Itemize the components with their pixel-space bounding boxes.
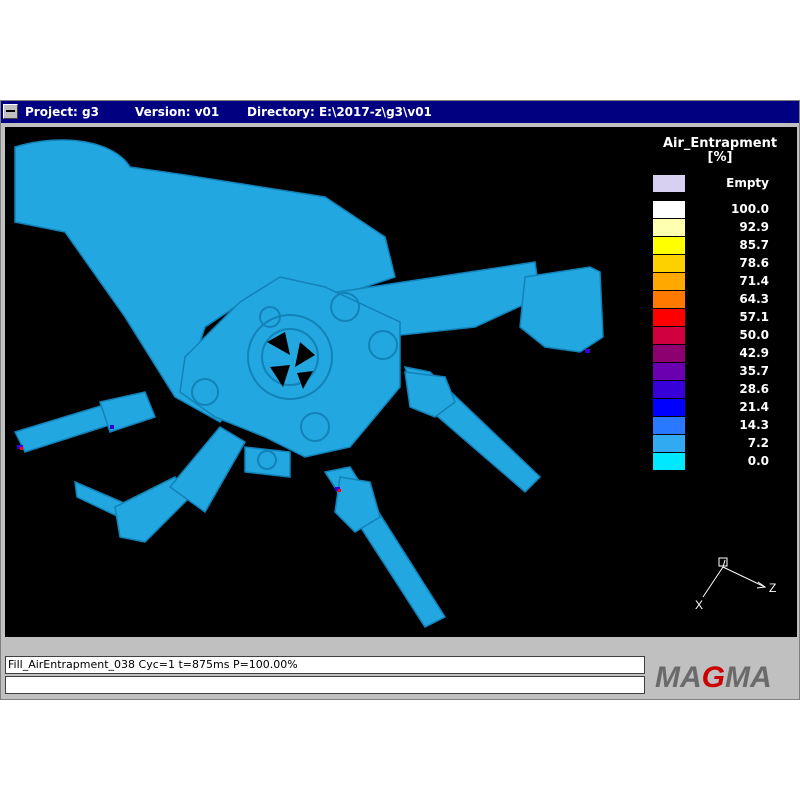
legend-row: 42.9: [653, 345, 793, 362]
legend-row: 100.0: [653, 201, 793, 218]
legend-label: 35.7: [739, 364, 769, 378]
status-line-1: Fill_AirEntrapment_038 Cyc=1 t=875ms P=1…: [5, 656, 645, 674]
legend-label: 50.0: [739, 328, 769, 342]
project-label: Project: g3: [25, 105, 99, 119]
directory-label: Directory: E:\2017-z\g3\v01: [247, 105, 432, 119]
legend-label: 14.3: [739, 418, 769, 432]
y-axis-marker: [718, 557, 728, 567]
legend-label: 42.9: [739, 346, 769, 360]
legend-swatch: [653, 309, 685, 326]
legend-row: 92.9: [653, 219, 793, 236]
app-window: Project: g3 Version: v01 Directory: E:\2…: [0, 100, 800, 700]
z-axis-label: Z: [769, 581, 776, 595]
legend-row: 28.6: [653, 381, 793, 398]
x-axis-line: [702, 566, 724, 598]
legend-row: 71.4: [653, 273, 793, 290]
air-spot: [110, 425, 114, 429]
branch-left-joint: [99, 391, 156, 433]
legend-swatch: [653, 399, 685, 416]
legend-swatch: [653, 201, 685, 218]
legend-swatch: [653, 237, 685, 254]
legend-row: 57.1: [653, 309, 793, 326]
legend-label: 78.6: [739, 256, 769, 270]
legend-title-name: Air_Entrapment: [662, 136, 778, 151]
legend-row: 50.0: [653, 327, 793, 344]
legend-swatch: [653, 345, 685, 362]
version-label: Version: v01: [135, 105, 220, 119]
legend-swatch: [653, 255, 685, 272]
legend-label: 100.0: [731, 202, 769, 216]
x-axis-label: X: [695, 598, 703, 612]
air-spot: [585, 349, 590, 353]
legend-swatch: [653, 363, 685, 380]
magma-logo: MAGMA: [655, 661, 772, 694]
system-menu-button[interactable]: [3, 104, 18, 119]
legend-title-unit: [%]: [707, 150, 733, 165]
status-bar: Fill_AirEntrapment_038 Cyc=1 t=875ms P=1…: [5, 656, 645, 696]
legend-label: 92.9: [739, 220, 769, 234]
simulation-viewport[interactable]: Air_Entrapment [%] Empty 100.0 92.9 85.7 78.…: [5, 127, 797, 637]
legend-row: 21.4: [653, 399, 793, 416]
legend-row: 64.3: [653, 291, 793, 308]
legend-row: 7.2: [653, 435, 793, 452]
legend-swatch: [653, 327, 685, 344]
legend-swatch: [653, 291, 685, 308]
legend-label: 28.6: [739, 382, 769, 396]
legend-title: Air_Entrapment [%]: [655, 137, 785, 165]
air-spot-high: [20, 447, 23, 450]
legend-swatch: [653, 453, 685, 470]
legend-swatch: [653, 435, 685, 452]
z-axis-line: [722, 566, 766, 588]
legend-label: 7.2: [747, 436, 769, 450]
axis-triad: Z X: [695, 557, 776, 612]
air-spot-high: [338, 489, 341, 492]
legend-row: 78.6: [653, 255, 793, 272]
legend-row: Empty: [653, 175, 793, 192]
legend-row: 14.3: [653, 417, 793, 434]
legend-row: 0.0: [653, 453, 793, 470]
legend-swatch: [653, 273, 685, 290]
legend-label: 85.7: [739, 238, 769, 252]
legend-swatch: [653, 175, 685, 192]
status-line-2: [5, 676, 645, 694]
legend-label: 64.3: [739, 292, 769, 306]
legend-label: 71.4: [739, 274, 769, 288]
legend-row: 35.7: [653, 363, 793, 380]
legend-row: 85.7: [653, 237, 793, 254]
legend-swatch: [653, 381, 685, 398]
legend-label: 0.0: [747, 454, 769, 468]
legend-swatch: [653, 417, 685, 434]
title-bar: Project: g3 Version: v01 Directory: E:\2…: [1, 101, 799, 123]
legend-label: 21.4: [739, 400, 769, 414]
legend-swatch: [653, 219, 685, 236]
logo-text: MAGMA: [655, 661, 772, 694]
legend-label: Empty: [726, 176, 769, 190]
legend-label: 57.1: [739, 310, 769, 324]
feeder-cup-right: [519, 266, 604, 353]
